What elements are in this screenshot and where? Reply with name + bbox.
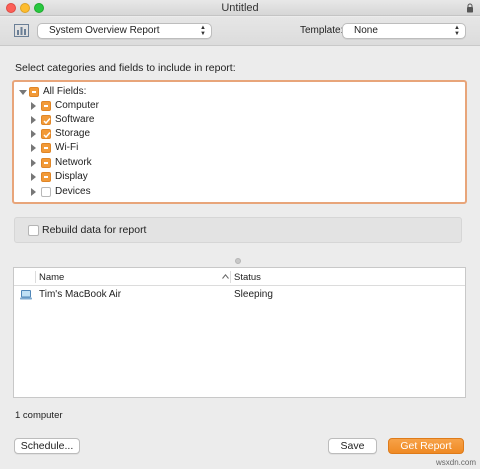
computer-status: Sleeping [234, 289, 273, 300]
laptop-icon [20, 290, 32, 300]
report-window: Untitled System Overview Report ▲ ▼ Templ… [0, 0, 480, 469]
tree-label: Devices [55, 186, 91, 197]
disclosure-triangle-icon[interactable] [31, 116, 36, 124]
report-type-value: System Overview Report [49, 25, 160, 36]
tree-label: Software [55, 114, 95, 125]
tree-row-devices[interactable]: Devices [14, 185, 465, 199]
column-divider[interactable] [35, 271, 36, 283]
sort-ascending-icon [222, 274, 229, 279]
lock-icon [467, 3, 473, 13]
disclosure-triangle-icon[interactable] [31, 130, 36, 138]
popup-arrows-icon: ▲ ▼ [200, 25, 206, 37]
get-report-button[interactable]: Get Report [388, 438, 464, 454]
checkmark-icon [43, 118, 51, 125]
disclosure-triangle-icon[interactable] [31, 188, 36, 196]
checked-checkbox[interactable] [41, 115, 51, 125]
computer-name: Tim's MacBook Air [39, 289, 122, 300]
mixed-checkbox[interactable] [41, 143, 51, 153]
template-value: None [354, 25, 378, 36]
split-view-handle[interactable] [235, 258, 241, 264]
column-divider[interactable] [230, 271, 231, 283]
tree-label: Network [55, 157, 92, 168]
disclosure-triangle-icon[interactable] [31, 102, 36, 110]
mixed-checkbox[interactable] [29, 87, 39, 97]
rebuild-data-checkbox[interactable] [28, 225, 39, 236]
tree-row-display[interactable]: Display [14, 170, 465, 184]
tree-row-network[interactable]: Network [14, 156, 465, 170]
tree-label: Computer [55, 100, 99, 111]
checkmark-icon [43, 132, 51, 139]
disclosure-triangle-icon[interactable] [19, 90, 27, 95]
disclosure-triangle-icon[interactable] [31, 144, 36, 152]
template-popup[interactable]: None ▲ ▼ [342, 23, 466, 39]
toolbar: System Overview Report ▲ ▼ Template: None… [0, 17, 480, 46]
tree-row-software[interactable]: Software [14, 113, 465, 127]
table-header: Name Status [14, 268, 465, 286]
categories-tree[interactable]: All Fields: Computer Software Storage Wi… [12, 80, 467, 204]
tree-label: Storage [55, 128, 91, 139]
checked-checkbox[interactable] [41, 129, 51, 139]
disclosure-triangle-icon[interactable] [31, 173, 36, 181]
computer-count: 1 computer [15, 410, 63, 421]
watermark: wsxdn.com [435, 458, 476, 467]
column-header-name[interactable]: Name [39, 272, 64, 283]
popup-arrows-icon: ▲ ▼ [454, 25, 460, 37]
bar-chart-icon [14, 24, 29, 37]
rebuild-data-label[interactable]: Rebuild data for report [42, 224, 146, 236]
report-type-popup[interactable]: System Overview Report ▲ ▼ [37, 23, 212, 39]
categories-heading: Select categories and fields to include … [15, 62, 236, 74]
tree-row-computer[interactable]: Computer [14, 99, 465, 113]
title-bar[interactable]: Untitled [0, 0, 480, 16]
column-header-status[interactable]: Status [234, 272, 261, 283]
table-row[interactable]: Tim's MacBook Air Sleeping [14, 288, 465, 303]
tree-row-wifi[interactable]: Wi-Fi [14, 141, 465, 155]
mixed-checkbox[interactable] [41, 172, 51, 182]
rebuild-data-panel: Rebuild data for report [14, 217, 462, 243]
unchecked-checkbox[interactable] [41, 187, 51, 197]
tree-row-storage[interactable]: Storage [14, 127, 465, 141]
tree-row-all-fields[interactable]: All Fields: [14, 85, 465, 99]
schedule-button[interactable]: Schedule... [14, 438, 80, 454]
mixed-checkbox[interactable] [41, 158, 51, 168]
template-label: Template: [300, 25, 344, 36]
tree-label: Display [55, 171, 88, 182]
disclosure-triangle-icon[interactable] [31, 159, 36, 167]
window-title: Untitled [221, 2, 259, 14]
tree-label: Wi-Fi [55, 142, 79, 153]
tree-label: All Fields: [43, 86, 87, 97]
mixed-checkbox[interactable] [41, 101, 51, 111]
computers-table[interactable]: Name Status Tim's MacBook Air Sleeping [13, 267, 466, 398]
save-button[interactable]: Save [328, 438, 377, 454]
